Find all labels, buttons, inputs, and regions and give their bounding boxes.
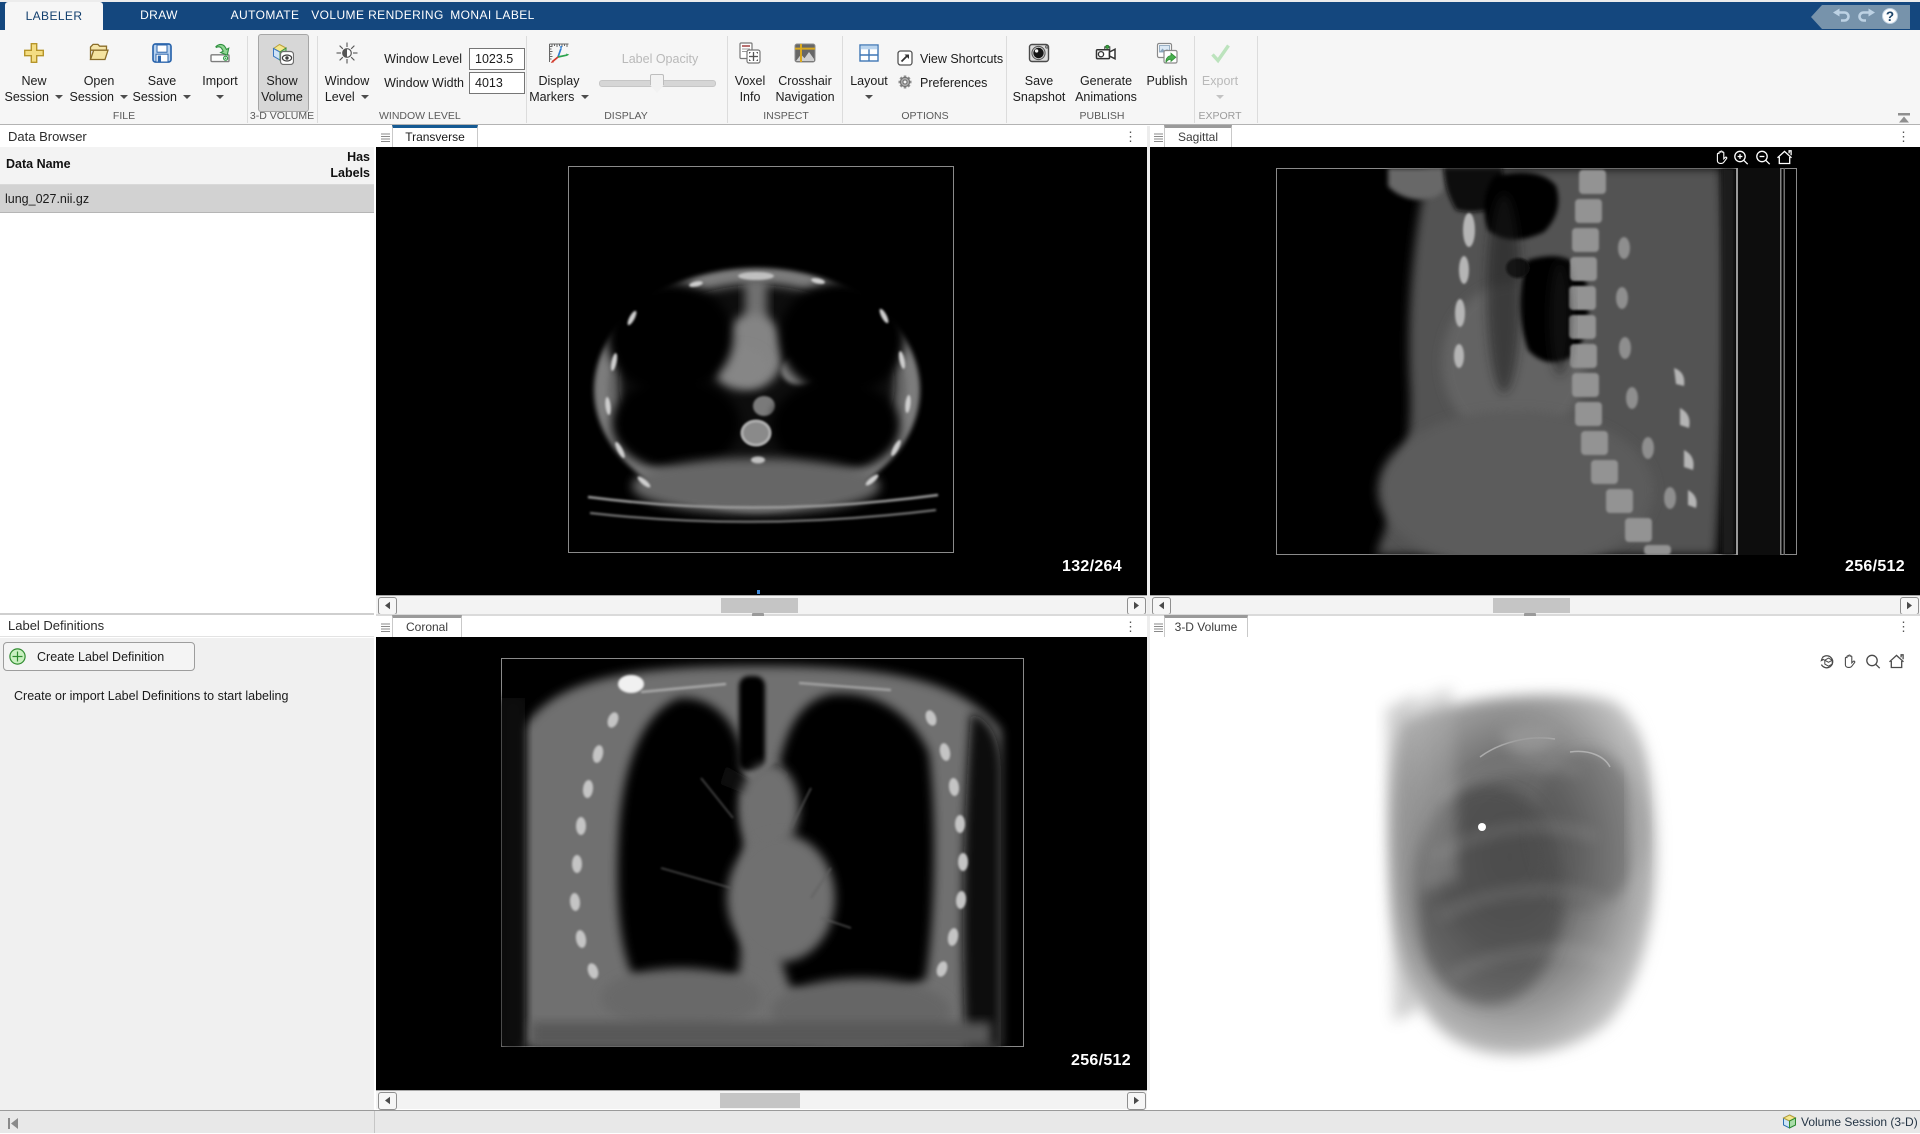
svg-text:?: ? [1886, 9, 1894, 24]
